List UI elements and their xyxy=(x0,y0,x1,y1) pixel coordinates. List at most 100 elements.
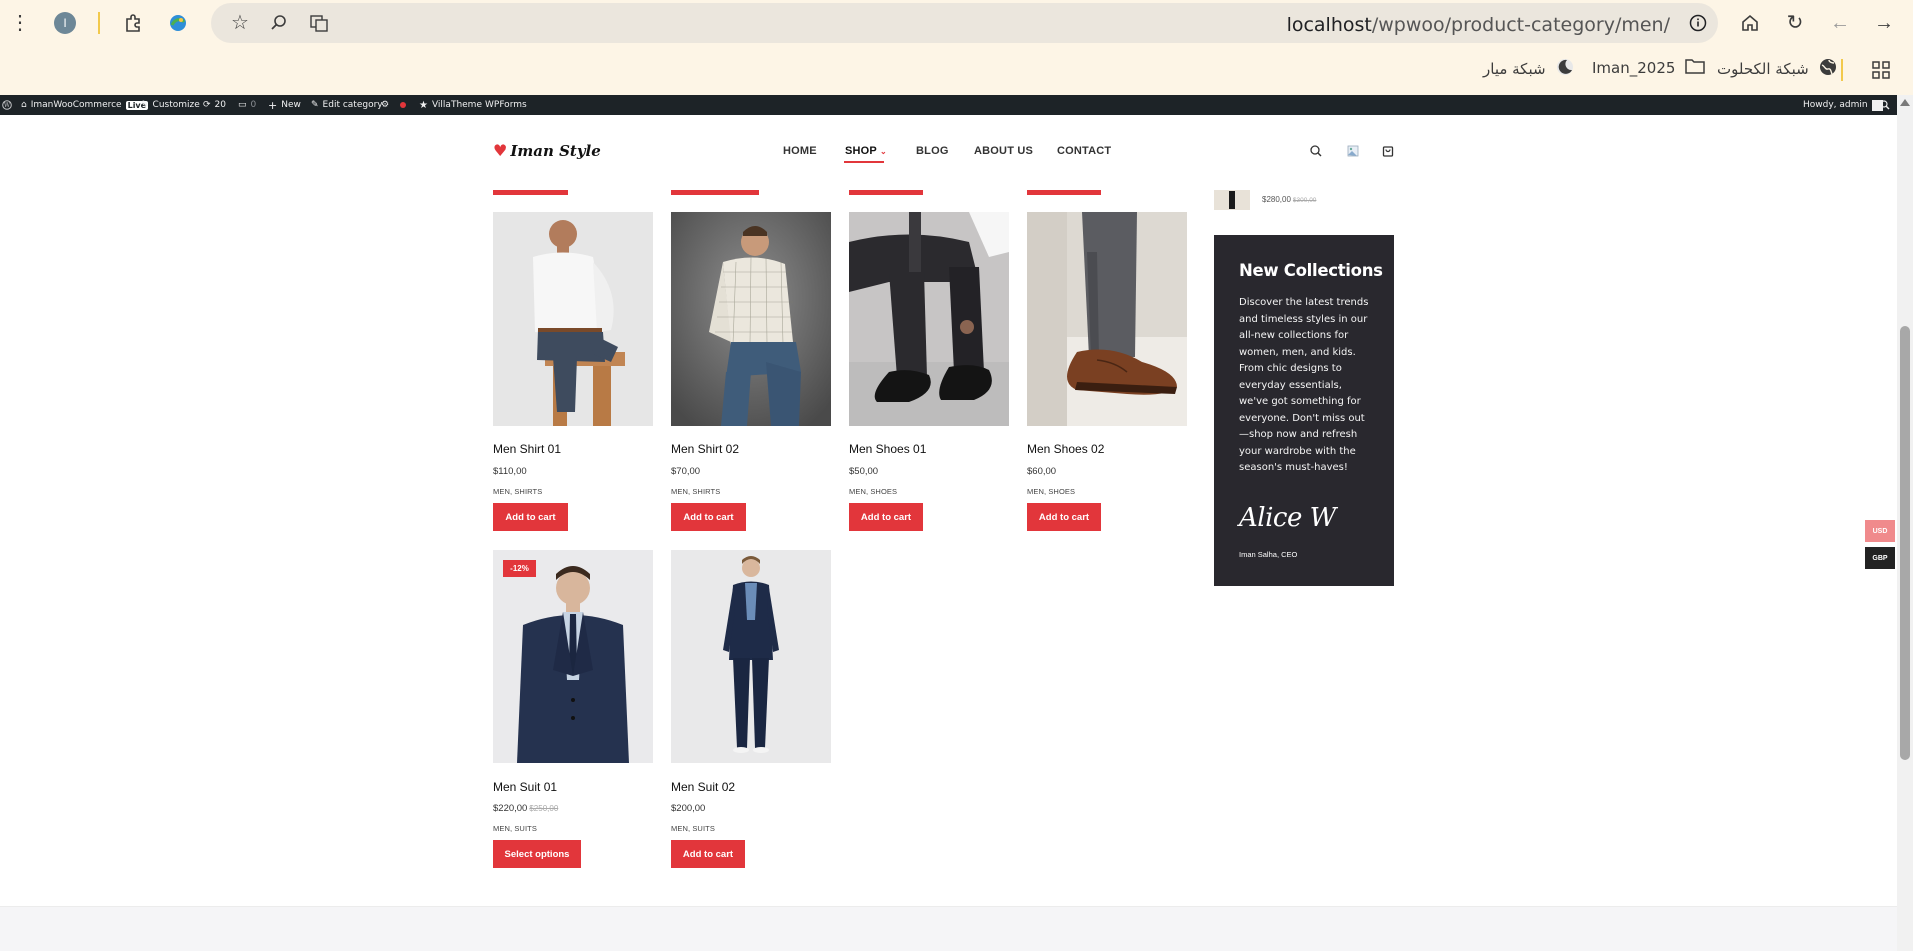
product-image[interactable] xyxy=(849,212,1009,426)
admin-status-dot[interactable] xyxy=(400,95,406,115)
home-icon[interactable] xyxy=(1739,12,1761,34)
promo-signature: Alice W xyxy=(1239,503,1336,533)
chevron-down-icon: ⌄ xyxy=(880,147,887,156)
currency-gbp[interactable]: GBP xyxy=(1865,547,1895,569)
product-title[interactable]: Men Suit 01 xyxy=(493,780,557,794)
bookmark-item[interactable]: شبكة ميار xyxy=(1483,58,1574,80)
product-price: $110,00 xyxy=(493,466,527,477)
old-price: $250,00 xyxy=(529,804,559,813)
dashboard-icon: ⌂ xyxy=(21,100,27,110)
mini-product-thumb[interactable] xyxy=(1214,190,1250,210)
url-text[interactable]: localhost/wpwoo/product-category/men/ xyxy=(1287,14,1670,36)
site-name-label: ImanWooCommerce xyxy=(30,100,122,110)
add-to-cart-button[interactable]: Add to cart xyxy=(671,840,745,868)
admin-updates[interactable]: ⟳ 20 xyxy=(203,95,226,115)
plugin-icon: ⚙ xyxy=(381,100,390,110)
product-image[interactable] xyxy=(493,212,653,426)
menu-kebab-icon[interactable]: ⋮ xyxy=(10,12,30,34)
nav-about[interactable]: ABOUT US xyxy=(974,145,1033,157)
reload-icon[interactable]: ↻ xyxy=(1784,12,1806,34)
scrollbar-thumb[interactable] xyxy=(1900,326,1910,760)
logo-text: Iman Style xyxy=(510,141,601,160)
product-categories[interactable]: MEN, SHOES xyxy=(849,487,897,496)
divider-bar xyxy=(849,190,923,195)
product-title[interactable]: Men Shirt 01 xyxy=(493,442,561,456)
account-image-icon[interactable] xyxy=(1346,144,1360,158)
divider-bar xyxy=(1027,190,1101,195)
brush-icon: ✎ xyxy=(141,100,149,110)
nav-active-underline xyxy=(844,161,884,163)
wp-admin-bar: W ⌂ ImanWooCommerce Live ✎ Customize ⟳ 2… xyxy=(0,95,1913,115)
divider-bar xyxy=(671,190,759,195)
profile-avatar[interactable]: I xyxy=(54,12,76,34)
add-to-cart-button[interactable]: Add to cart xyxy=(849,503,923,531)
product-title[interactable]: Men Shoes 01 xyxy=(849,442,926,456)
product-image[interactable] xyxy=(671,212,831,426)
admin-edit-category[interactable]: ✎ Edit category xyxy=(311,95,383,115)
admin-site-name[interactable]: ⌂ ImanWooCommerce Live xyxy=(21,95,149,115)
product-categories[interactable]: MEN, SHIRTS xyxy=(493,487,542,496)
product-image[interactable] xyxy=(493,550,653,763)
extensions-icon[interactable] xyxy=(122,11,146,35)
wpforms-label: WPForms xyxy=(485,100,527,110)
plus-icon: + xyxy=(268,98,278,112)
product-image[interactable] xyxy=(671,550,831,763)
product-categories[interactable]: MEN, SHOES xyxy=(1027,487,1075,496)
admin-comments[interactable]: ▭ 0 xyxy=(238,95,256,115)
admin-villatheme[interactable]: ★ VillaTheme xyxy=(419,95,482,115)
product-title[interactable]: Men Shirt 02 xyxy=(671,442,739,456)
product-price: $70,00 xyxy=(671,466,701,477)
wp-logo-icon[interactable]: W xyxy=(2,95,12,115)
product-price: $200,00 xyxy=(671,803,706,814)
promo-title: New Collections xyxy=(1239,261,1383,280)
product-image[interactable] xyxy=(1027,212,1187,426)
back-icon[interactable]: ← xyxy=(1829,12,1851,34)
forward-icon[interactable]: → xyxy=(1873,12,1895,34)
admin-customize[interactable]: ✎ Customize xyxy=(141,95,200,115)
apps-grid-icon[interactable] xyxy=(1870,59,1892,81)
address-bar[interactable]: ☆ localhost/wpwoo/product-category/men/ xyxy=(211,3,1718,43)
admin-wpforms[interactable]: WPForms xyxy=(485,95,527,115)
product-title[interactable]: Men Suit 02 xyxy=(671,780,735,794)
product-price: $220,00 $250,00 xyxy=(493,803,558,814)
red-status-dot xyxy=(400,102,406,108)
bookmark-star-icon[interactable]: ☆ xyxy=(229,12,251,34)
cart-icon[interactable] xyxy=(1381,144,1395,158)
product-categories[interactable]: MEN, SUITS xyxy=(671,824,715,833)
product-title[interactable]: Men Shoes 02 xyxy=(1027,442,1104,456)
admin-plugin-icon[interactable]: ⚙ xyxy=(381,95,389,115)
star-icon: ★ xyxy=(419,99,428,111)
add-to-cart-button[interactable]: Add to cart xyxy=(493,503,568,531)
admin-new[interactable]: + New xyxy=(268,95,301,115)
zoom-icon[interactable] xyxy=(268,12,290,34)
logo-heart-icon: ♥ xyxy=(493,141,508,160)
add-to-cart-button[interactable]: Add to cart xyxy=(1027,503,1101,531)
nav-contact[interactable]: CONTACT xyxy=(1057,145,1111,157)
select-options-button[interactable]: Select options xyxy=(493,840,581,868)
comment-icon: ▭ xyxy=(238,100,247,110)
site-info-icon[interactable] xyxy=(1688,13,1708,33)
site-logo[interactable]: ♥ Iman Style xyxy=(493,141,601,160)
translate-icon[interactable] xyxy=(308,12,330,34)
nav-blog[interactable]: BLOG xyxy=(916,145,949,157)
scroll-up-icon[interactable] xyxy=(1900,99,1910,106)
admin-search-icon[interactable] xyxy=(1880,95,1890,115)
edit-category-label: Edit category xyxy=(322,100,383,110)
product-categories[interactable]: MEN, SUITS xyxy=(493,824,537,833)
mini-current-price: $280,00 xyxy=(1262,195,1291,204)
new-collections-banner: New Collections Discover the latest tren… xyxy=(1214,235,1394,586)
bookmark-label: شبكة الكحلوت xyxy=(1717,60,1809,78)
admin-howdy[interactable]: Howdy, admin xyxy=(1803,95,1883,115)
nav-shop[interactable]: SHOP ⌄ xyxy=(845,145,887,157)
add-to-cart-button[interactable]: Add to cart xyxy=(671,503,746,531)
footer-area xyxy=(0,906,1897,951)
nav-home[interactable]: HOME xyxy=(783,145,817,157)
currency-usd[interactable]: USD xyxy=(1865,520,1895,542)
bookmark-item[interactable]: شبكة الكحلوت xyxy=(1717,58,1837,80)
search-icon[interactable] xyxy=(1309,144,1323,158)
product-categories[interactable]: MEN, SHIRTS xyxy=(671,487,720,496)
mini-product-price: $280,00 $300,00 xyxy=(1262,195,1316,204)
promo-author: Iman Salha, CEO xyxy=(1239,550,1298,559)
extension-globe-icon[interactable] xyxy=(166,11,190,35)
bookmark-item[interactable]: Iman_2025 xyxy=(1592,58,1706,78)
